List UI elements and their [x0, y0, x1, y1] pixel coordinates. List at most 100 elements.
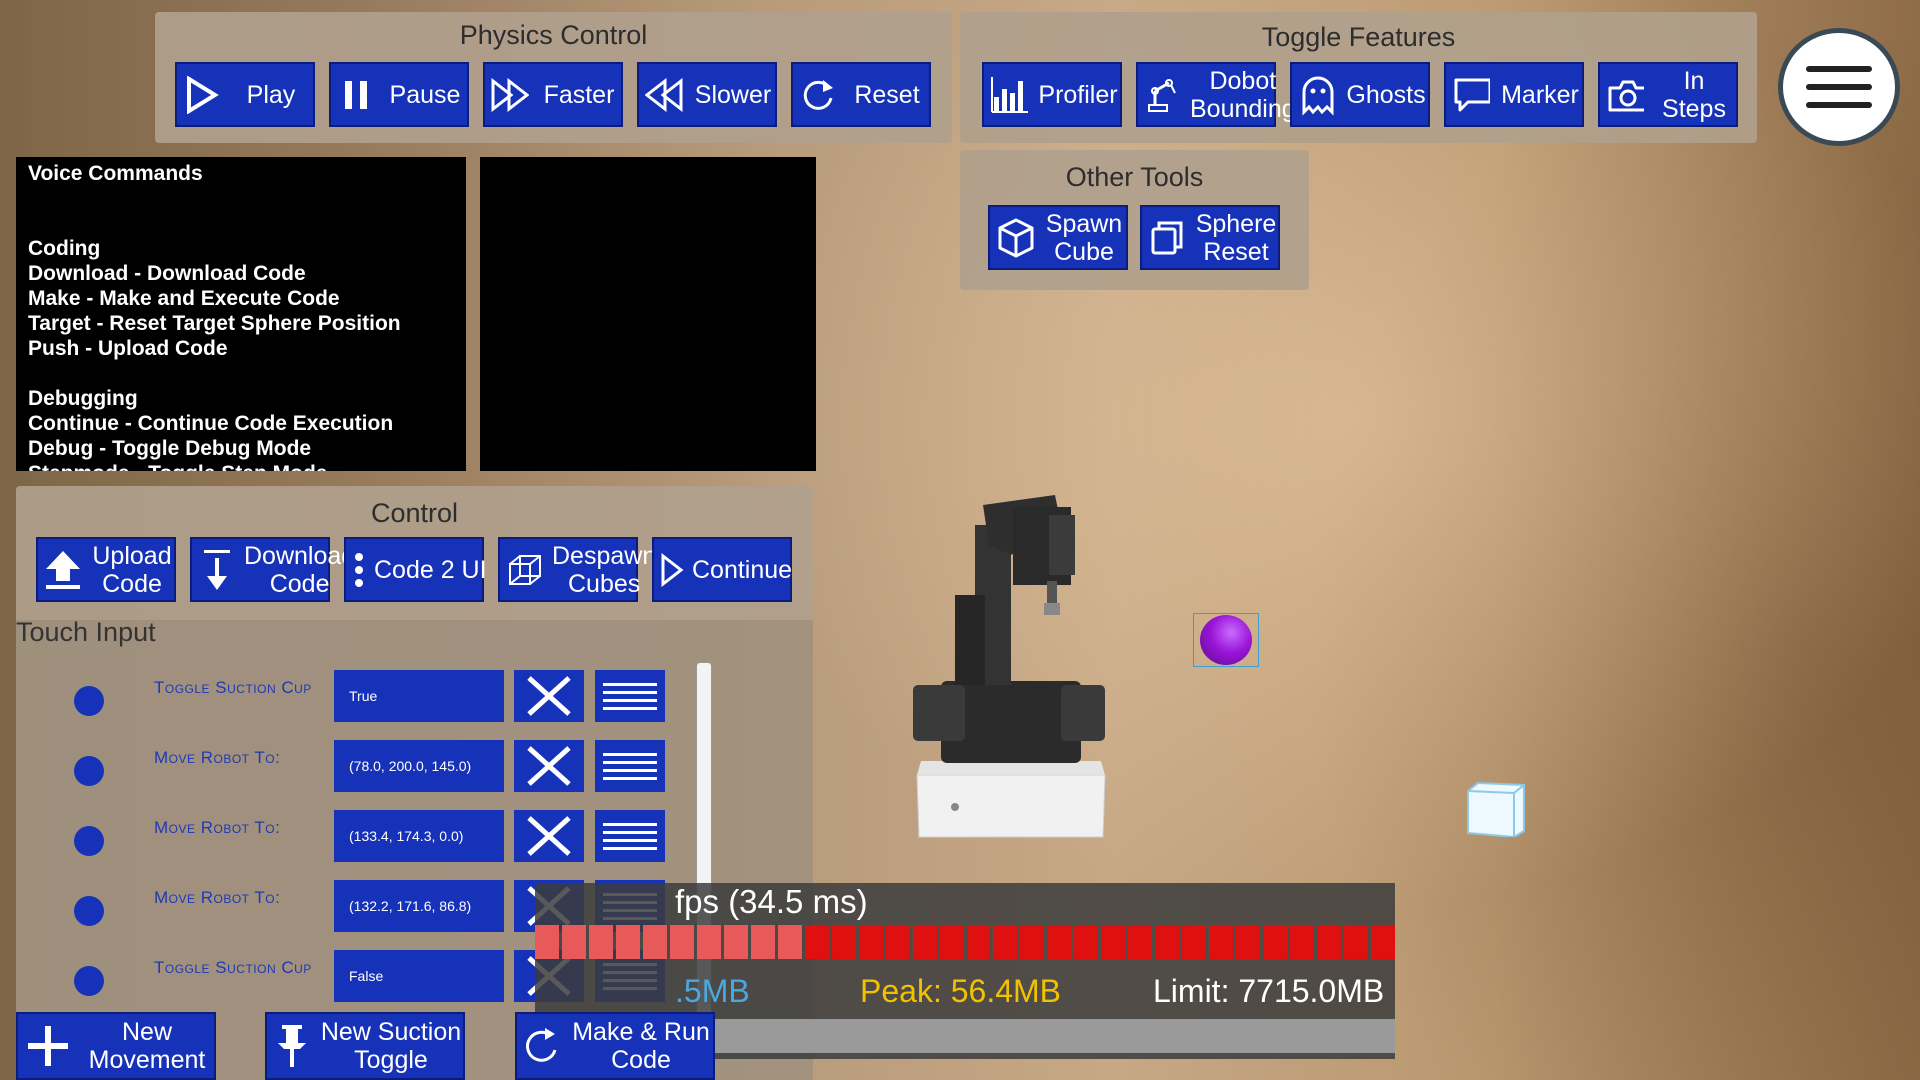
pause-label: Pause — [389, 80, 461, 109]
new-movement-button[interactable]: New Movement — [16, 1012, 216, 1080]
close-icon — [527, 676, 571, 716]
physics-control-title: Physics Control — [459, 20, 648, 50]
camera-preview-panel — [480, 157, 816, 471]
delete-row-button[interactable] — [514, 670, 584, 722]
memory-peak: Peak: 56.4MB — [860, 973, 1061, 1009]
faster-button[interactable]: Faster — [483, 62, 623, 127]
delete-row-button[interactable] — [514, 740, 584, 792]
despawn-cubes-label: Despawn Cubes — [552, 541, 657, 598]
marker-label: Marker — [1501, 80, 1579, 109]
row-handle-dot[interactable] — [74, 756, 104, 786]
touch-row: Move Robot To: (78.0, 200.0, 145.0) — [58, 740, 698, 800]
reset-icon — [799, 76, 837, 114]
row-value[interactable]: (133.4, 174.3, 0.0) — [334, 810, 504, 862]
continue-button[interactable]: Continue — [652, 537, 792, 602]
spawn-cube-button[interactable]: Spawn Cube — [988, 205, 1128, 270]
reset-label: Reset — [854, 80, 920, 109]
target-sphere[interactable] — [1193, 613, 1259, 667]
fast-forward-icon — [491, 76, 529, 114]
play-label: Play — [246, 80, 296, 109]
marker-button[interactable]: Marker — [1444, 62, 1584, 127]
sphere-reset-label: Sphere Reset — [1195, 209, 1277, 266]
other-tools-panel: Other Tools Spawn Cube Sphere Reset — [960, 150, 1309, 290]
other-tools-title: Other Tools — [1065, 162, 1204, 192]
bar-chart-icon — [990, 76, 1028, 114]
slower-label: Slower — [694, 80, 772, 109]
row-handle-dot[interactable] — [74, 686, 104, 716]
memory-limit: Limit: 7715.0MB — [1153, 973, 1385, 1009]
in-steps-button[interactable]: In Steps — [1598, 62, 1738, 127]
touch-input-title: Touch Input — [16, 617, 156, 647]
pause-button[interactable]: Pause — [329, 62, 469, 127]
row-value[interactable]: (132.2, 171.6, 86.8) — [334, 880, 504, 932]
row-handle-dot[interactable] — [74, 896, 104, 926]
control-title: Control — [370, 498, 459, 528]
plus-icon — [24, 1026, 72, 1066]
new-suction-toggle-label: New Suction Toggle — [320, 1018, 462, 1074]
make-and-run-code-label: Make & Run Code — [572, 1018, 710, 1074]
spawned-cube[interactable] — [1466, 781, 1526, 837]
reset-icon — [523, 1027, 561, 1065]
voice-commands-panel[interactable]: Voice Commands Coding Download - Downloa… — [16, 157, 466, 471]
row-label: Move Robot To: — [154, 888, 281, 907]
pause-icon — [337, 76, 375, 114]
dobot-robot-arm — [905, 485, 1125, 855]
touch-row: Move Robot To: (133.4, 174.3, 0.0) — [58, 810, 698, 870]
row-menu-button[interactable] — [595, 670, 665, 722]
upload-icon — [44, 550, 82, 589]
toggle-features-title: Toggle Features — [1261, 22, 1456, 52]
ghosts-button[interactable]: Ghosts — [1290, 62, 1430, 127]
despawn-cubes-button[interactable]: Despawn Cubes — [498, 537, 656, 602]
code-2-ui-label: Code 2 UI — [374, 555, 487, 584]
code-2-ui-button[interactable]: Code 2 UI — [344, 537, 487, 602]
row-label: Toggle Suction Cup — [154, 678, 312, 697]
frame-time-bar — [535, 925, 1395, 959]
dobot-bounding-label: Dobot Bounding — [1190, 66, 1296, 123]
cube-outline-icon — [506, 551, 544, 589]
rewind-icon — [645, 76, 683, 114]
close-icon — [527, 816, 571, 856]
row-value[interactable]: True — [334, 670, 504, 722]
play-button[interactable]: Play — [175, 62, 315, 127]
make-and-run-code-button[interactable]: Make & Run Code — [515, 1012, 715, 1080]
touch-row: Toggle Suction Cup True — [58, 670, 698, 730]
hamburger-menu-button[interactable] — [1778, 28, 1900, 146]
dobot-bounding-button[interactable]: Dobot Bounding — [1136, 62, 1296, 127]
delete-row-button[interactable] — [514, 810, 584, 862]
vertical-dots-icon — [352, 551, 366, 589]
pin-icon — [273, 1025, 311, 1067]
reset-button[interactable]: Reset — [791, 62, 931, 127]
download-code-button[interactable]: Download Code — [190, 537, 355, 602]
row-value[interactable]: False — [334, 950, 504, 1002]
row-label: Move Robot To: — [154, 748, 281, 767]
profiler-button[interactable]: Profiler — [982, 62, 1122, 127]
download-code-label: Download Code — [244, 541, 356, 598]
fps-readout: fps (34.5 ms) — [675, 883, 868, 920]
ghost-icon — [1298, 76, 1336, 116]
memory-used: .5MB — [675, 973, 750, 1009]
faster-label: Faster — [543, 80, 615, 109]
spawn-cube-label: Spawn Cube — [1045, 209, 1123, 266]
in-steps-label: In Steps — [1662, 66, 1726, 123]
row-handle-dot[interactable] — [74, 966, 104, 996]
play-icon — [660, 551, 684, 589]
list-icon — [603, 823, 657, 850]
robot-arm-icon — [1144, 76, 1182, 114]
row-handle-dot[interactable] — [74, 826, 104, 856]
new-movement-label: New Movement — [88, 1018, 206, 1074]
row-value[interactable]: (78.0, 200.0, 145.0) — [334, 740, 504, 792]
sphere-reset-button[interactable]: Sphere Reset — [1140, 205, 1280, 270]
download-icon — [198, 549, 236, 590]
row-menu-button[interactable] — [595, 740, 665, 792]
slower-button[interactable]: Slower — [637, 62, 777, 127]
upload-code-button[interactable]: Upload Code — [36, 537, 176, 602]
play-icon — [183, 75, 221, 114]
profiler-label: Profiler — [1038, 80, 1118, 109]
copy-icon — [1148, 219, 1186, 257]
close-icon — [527, 746, 571, 786]
list-icon — [603, 753, 657, 780]
new-suction-toggle-button[interactable]: New Suction Toggle — [265, 1012, 465, 1080]
row-menu-button[interactable] — [595, 810, 665, 862]
row-label: Move Robot To: — [154, 818, 281, 837]
row-label: Toggle Suction Cup — [154, 958, 312, 977]
